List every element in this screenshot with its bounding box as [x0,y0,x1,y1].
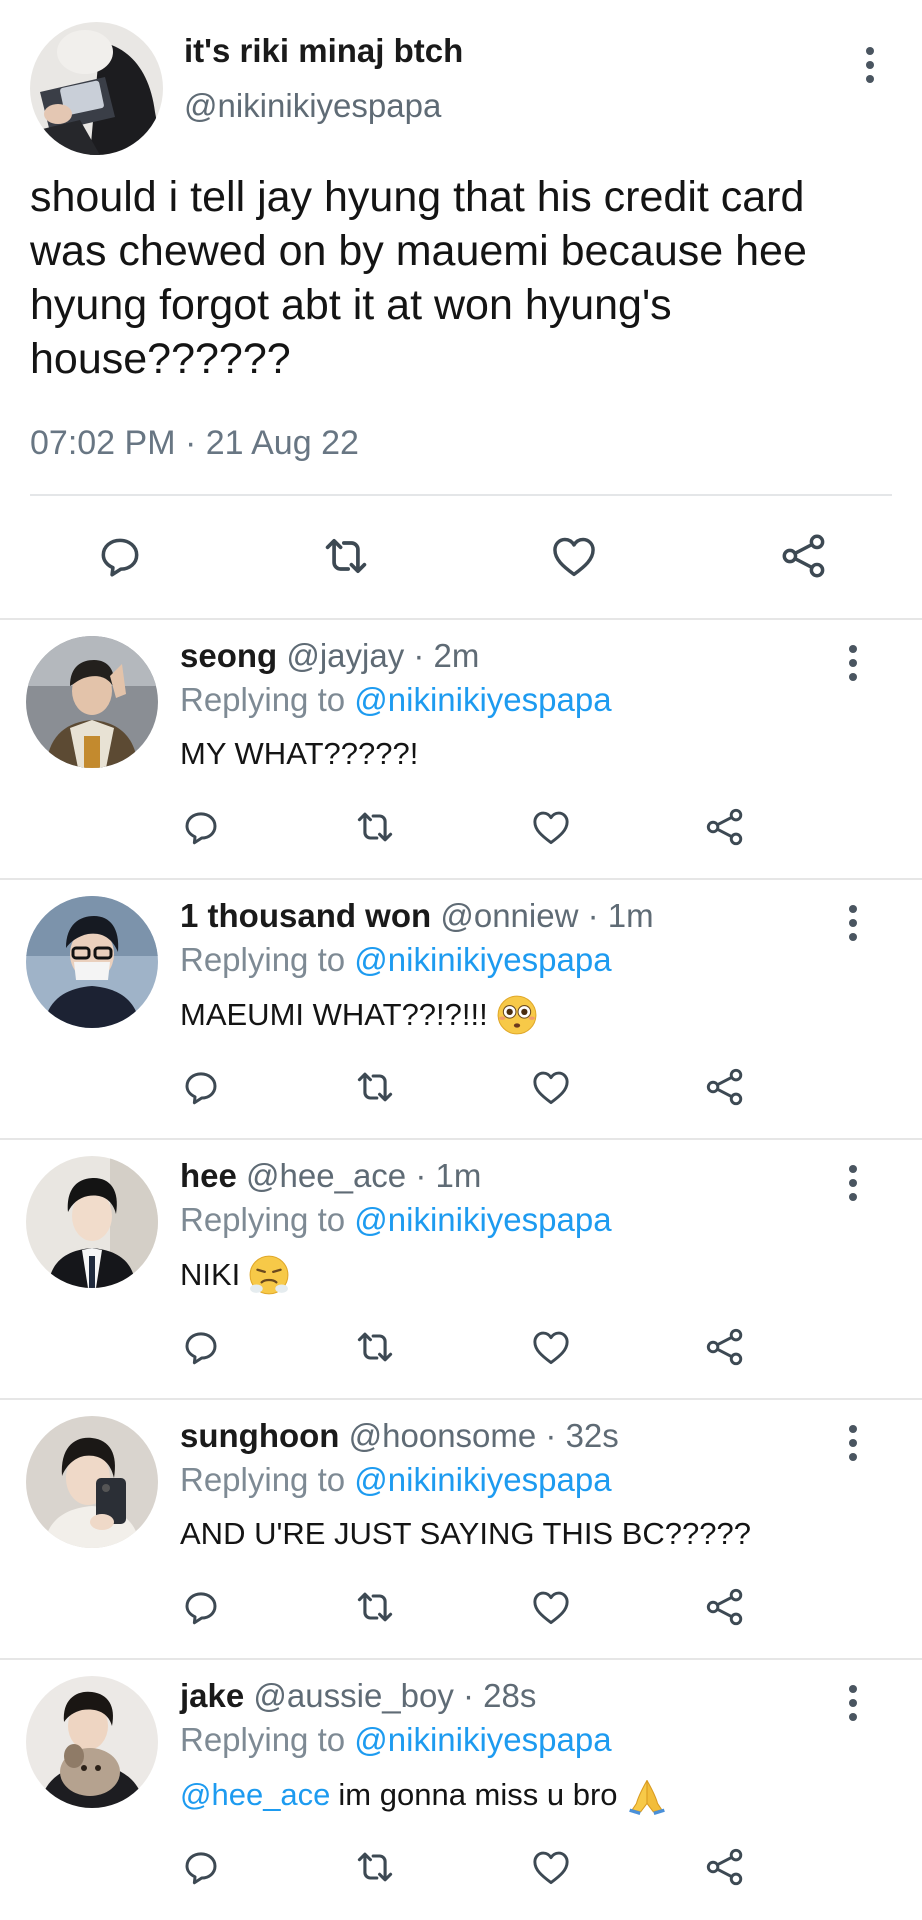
retweet-icon[interactable] [352,1844,398,1890]
steam-nose-face-emoji [249,1255,289,1295]
reply-display-name[interactable]: sunghoon [180,1417,339,1454]
reply-body: NIKI [180,1257,241,1292]
reply-text: MY WHAT?????! [180,734,418,774]
replying-to-handle[interactable]: @nikinikiyespapa [354,1461,611,1498]
reply-text: MAEUMI WHAT??!?!!! [180,994,538,1036]
reply-text: NIKI [180,1254,290,1296]
tweet-actions [0,530,922,582]
folded-hands-emoji [628,1780,665,1815]
share-icon[interactable] [702,804,748,850]
share-icon[interactable] [702,1844,748,1890]
reply-display-name[interactable]: hee [180,1157,237,1194]
retweet-icon[interactable] [352,1064,398,1110]
avatar[interactable] [26,1156,158,1288]
share-icon[interactable] [702,1584,748,1630]
reply-tweet: 1 thousand won @onniew · 1m Replying to … [0,880,922,1140]
reply-tweet: jake @aussie_boy · 28s Replying to @niki… [0,1660,922,1918]
replying-to-handle[interactable]: @nikinikiyespapa [354,681,611,718]
reply-icon[interactable] [94,530,146,582]
more-vertical-icon[interactable] [838,638,868,688]
heart-icon[interactable] [528,1584,574,1630]
reply-icon[interactable] [178,1324,224,1370]
reply-tweet: seong @jayjay · 2m Replying to @nikiniki… [0,620,922,880]
reply-handle-time: @jayjay · 2m [277,637,480,674]
more-vertical-icon[interactable] [855,40,885,90]
reply-tweet: sunghoon @hoonsome · 32s Replying to @ni… [0,1400,922,1660]
more-vertical-icon[interactable] [838,1158,868,1208]
tweet-text: should i tell jay hyung that his credit … [30,173,807,383]
reply-icon[interactable] [178,1064,224,1110]
reply-icon[interactable] [178,804,224,850]
reply-icon[interactable] [178,1584,224,1630]
replying-to: Replying to @nikinikiyespapa [180,1720,612,1760]
reply-display-name[interactable]: jake [180,1677,244,1714]
reply-header: seong @jayjay · 2m [180,636,479,676]
replying-to-label: Replying to [180,1721,355,1758]
share-icon[interactable] [702,1324,748,1370]
reply-handle-time: @hoonsome · 32s [339,1417,619,1454]
reply-handle-time: @hee_ace · 1m [236,1157,482,1194]
reply-header: jake @aussie_boy · 28s [180,1676,536,1716]
reply-handle-time: @aussie_boy · 28s [244,1677,537,1714]
mention-link[interactable]: @hee_ace [180,1775,330,1815]
flushed-face-emoji [497,995,537,1035]
author-handle[interactable]: @nikinikiyespapa [184,87,441,125]
avatar[interactable] [26,636,158,768]
replying-to-label: Replying to [180,1461,355,1498]
heart-icon[interactable] [528,1064,574,1110]
reply-header: 1 thousand won @onniew · 1m [180,896,654,936]
replying-to: Replying to @nikinikiyespapa [180,1460,612,1500]
replying-to-handle[interactable]: @nikinikiyespapa [354,1721,611,1758]
reply-header: sunghoon @hoonsome · 32s [180,1416,619,1456]
share-icon[interactable] [778,530,830,582]
more-vertical-icon[interactable] [838,1678,868,1728]
divider [30,494,892,496]
author-display-name[interactable]: it's riki minaj btch [184,32,463,70]
reply-actions [0,1324,922,1370]
replying-to-label: Replying to [180,681,355,718]
replying-to-label: Replying to [180,941,355,978]
reply-body: im gonna miss u bro [338,1777,618,1812]
reply-actions [0,1584,922,1630]
reply-actions [0,1064,922,1110]
tweet-timestamp: 07:02 PM · 21 Aug 22 [30,424,359,462]
reply-header: hee @hee_ace · 1m [180,1156,481,1196]
avatar[interactable] [26,1676,158,1808]
reply-tweet: hee @hee_ace · 1m Replying to @nikinikiy… [0,1140,922,1400]
reply-handle-time: @onniew · 1m [431,897,654,934]
heart-icon[interactable] [548,530,600,582]
heart-icon[interactable] [528,804,574,850]
reply-text: @hee_ace im gonna miss u bro [180,1774,668,1816]
main-tweet: it's riki minaj btch @nikinikiyespapa sh… [0,0,922,620]
avatar[interactable] [26,1416,158,1548]
reply-actions [0,804,922,850]
heart-icon[interactable] [528,1844,574,1890]
avatar[interactable] [26,896,158,1028]
replying-to: Replying to @nikinikiyespapa [180,1200,612,1240]
more-vertical-icon[interactable] [838,898,868,948]
heart-icon[interactable] [528,1324,574,1370]
reply-icon[interactable] [178,1844,224,1890]
reply-body: MAEUMI WHAT??!?!!! [180,997,488,1032]
retweet-icon[interactable] [320,530,372,582]
share-icon[interactable] [702,1064,748,1110]
retweet-icon[interactable] [352,804,398,850]
retweet-icon[interactable] [352,1584,398,1630]
reply-text: AND U'RE JUST SAYING THIS BC????? [180,1514,751,1554]
reply-actions [0,1844,922,1890]
replying-to-handle[interactable]: @nikinikiyespapa [354,941,611,978]
avatar[interactable] [30,22,163,155]
reply-body: MY WHAT?????! [180,736,419,771]
replying-to: Replying to @nikinikiyespapa [180,940,612,980]
reply-display-name[interactable]: 1 thousand won [180,897,431,934]
reply-body: AND U'RE JUST SAYING THIS BC????? [180,1516,751,1551]
reply-display-name[interactable]: seong [180,637,277,674]
replying-to: Replying to @nikinikiyespapa [180,680,612,720]
more-vertical-icon[interactable] [838,1418,868,1468]
retweet-icon[interactable] [352,1324,398,1370]
replying-to-handle[interactable]: @nikinikiyespapa [354,1201,611,1238]
replying-to-label: Replying to [180,1201,355,1238]
